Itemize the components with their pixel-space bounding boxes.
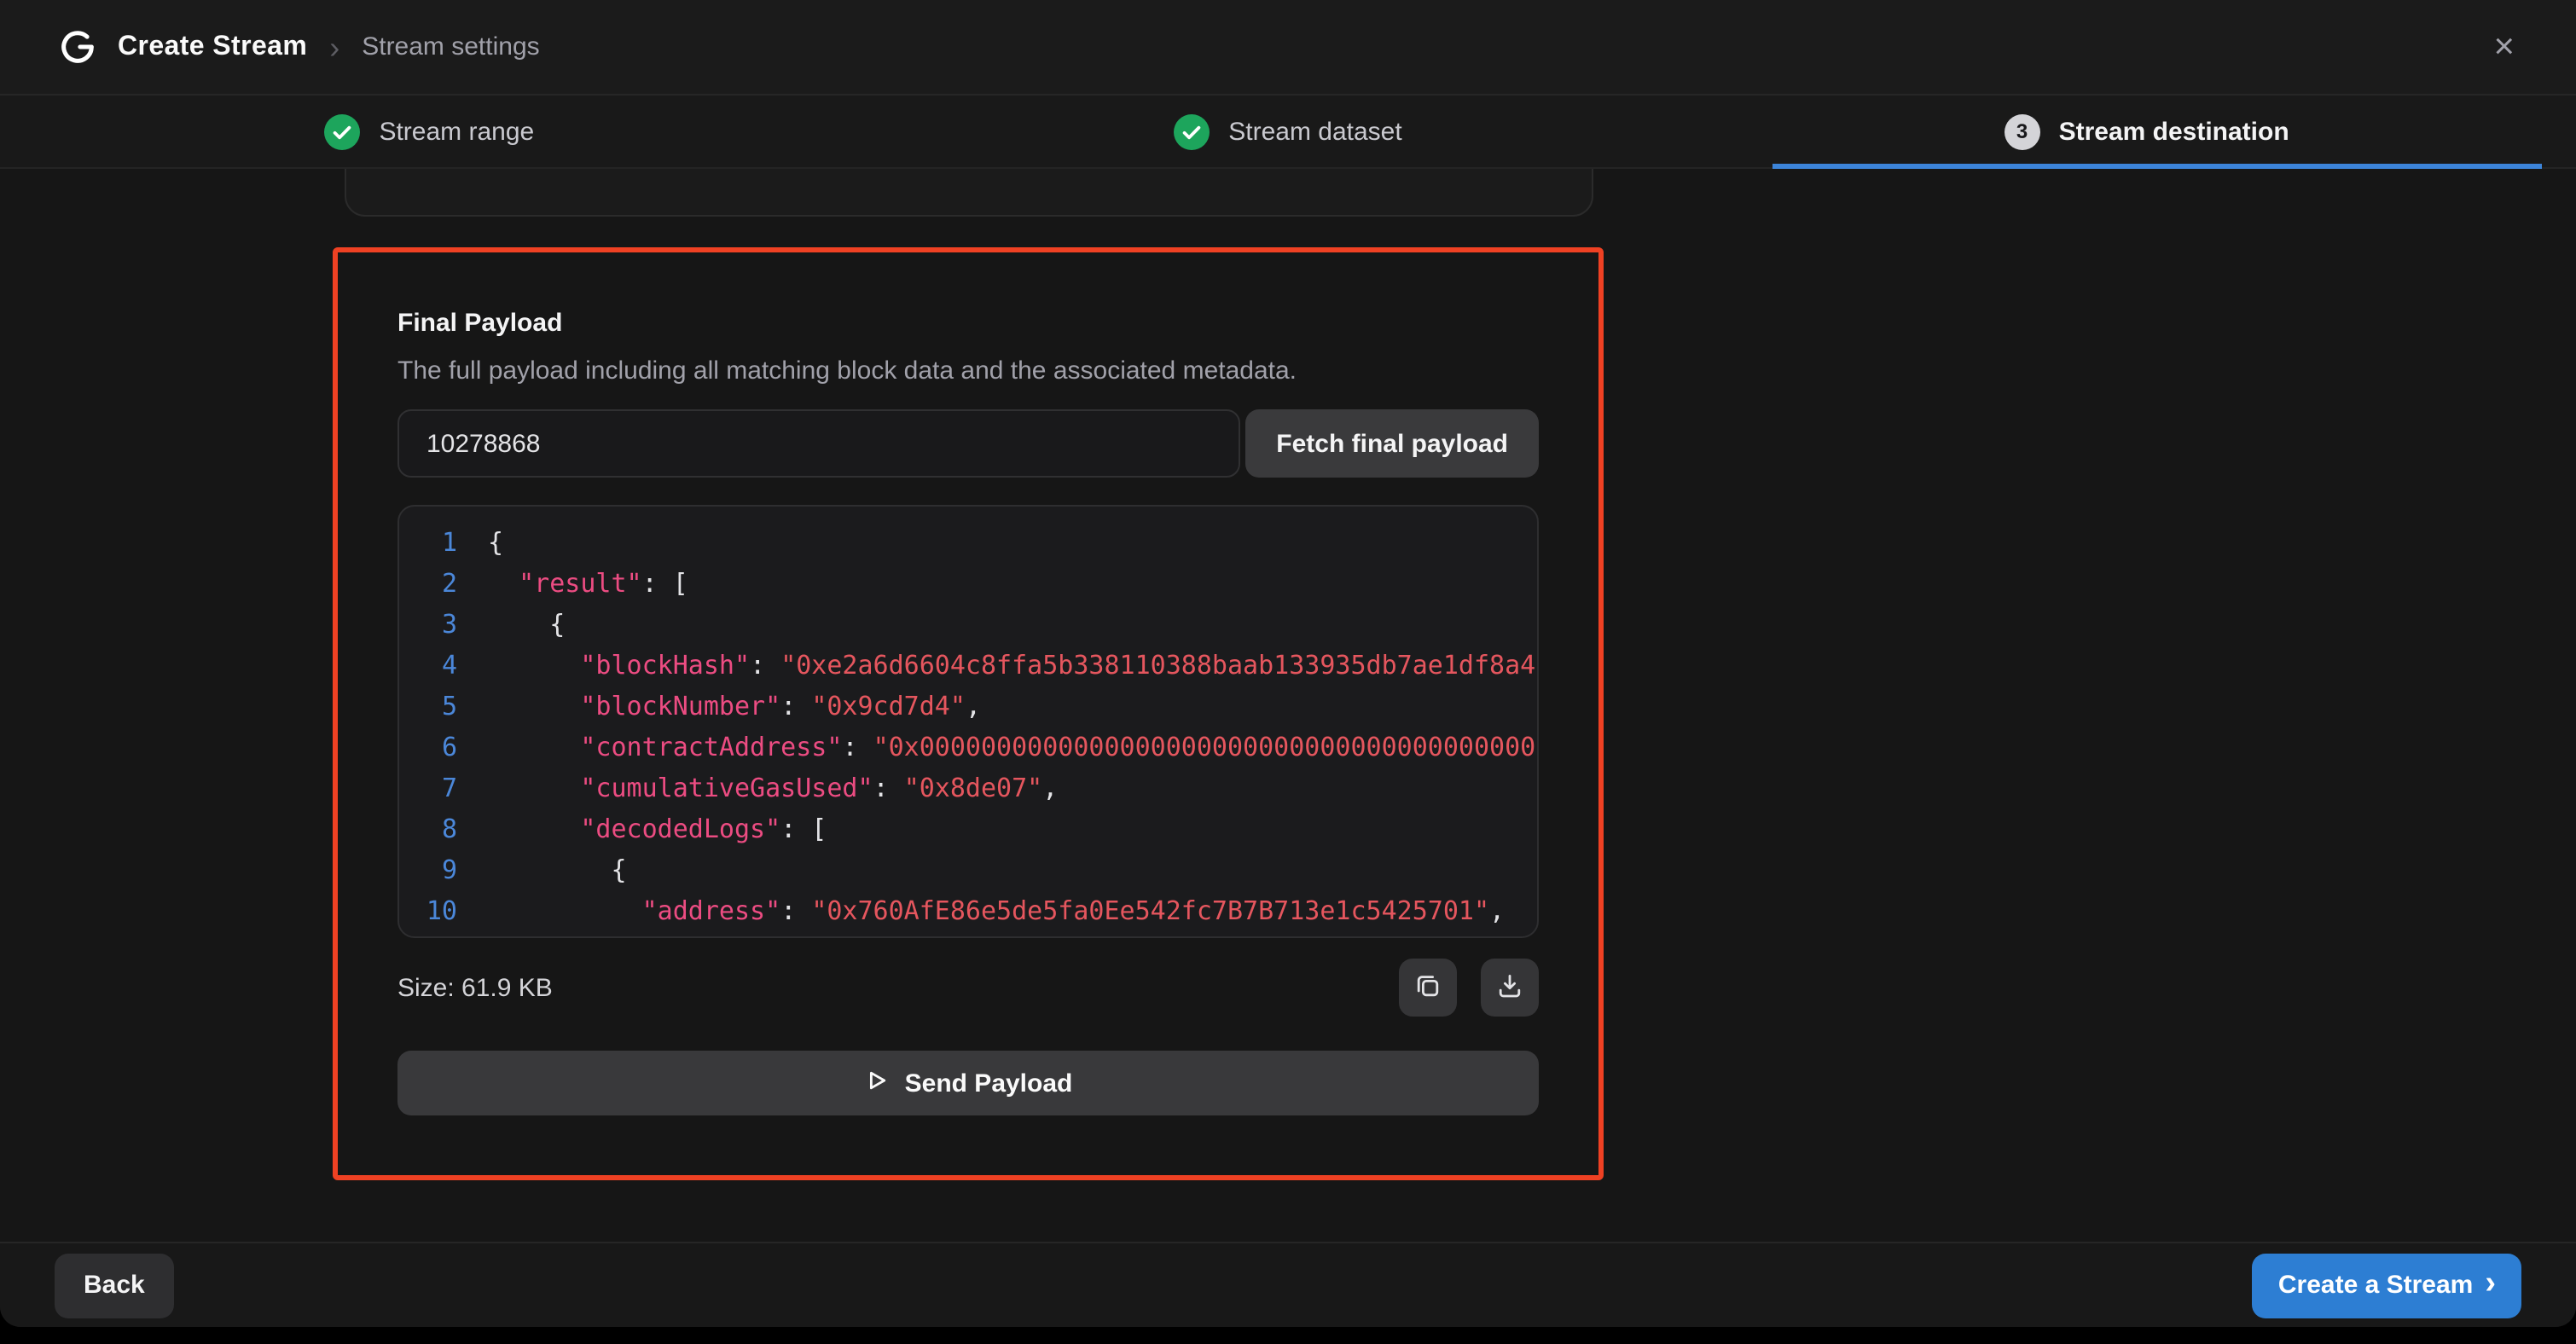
code-line: 8 "decodedLogs": [	[399, 808, 1537, 849]
code-line: 7 "cumulativeGasUsed": "0x8de07",	[399, 768, 1537, 808]
copy-icon	[1414, 971, 1442, 1004]
play-icon	[864, 1067, 890, 1099]
code-line: 2 "result": [	[399, 563, 1537, 604]
line-number: 4	[399, 645, 457, 686]
code-line-content: "result": [	[488, 563, 1537, 604]
code-editor-lines: 1{2 "result": [3 {4 "blockHash": "0xe2a6…	[399, 522, 1537, 931]
footer-bar: Back Create a Stream ›	[0, 1242, 2576, 1327]
line-number: 8	[399, 808, 457, 849]
close-icon[interactable]: ×	[2483, 26, 2525, 68]
step-stream-dataset[interactable]: Stream dataset	[859, 96, 1718, 167]
send-payload-label: Send Payload	[905, 1069, 1073, 1098]
line-number: 5	[399, 686, 457, 727]
code-line-content: "decodedLogs": [	[488, 808, 1537, 849]
code-line-content: {	[488, 522, 1537, 563]
header-bar: Create Stream › Stream settings ×	[0, 0, 2576, 96]
section-description: The full payload including all matching …	[397, 356, 1539, 385]
payload-meta-row: Size: 61.9 KB	[397, 959, 1539, 1017]
line-number: 6	[399, 727, 457, 768]
stepper: Stream range Stream dataset 3 Stream des…	[0, 96, 2576, 169]
page-title: Create Stream	[118, 32, 307, 62]
line-number: 7	[399, 768, 457, 808]
step-label: Stream dataset	[1228, 117, 1401, 146]
step-stream-range[interactable]: Stream range	[0, 96, 859, 167]
send-payload-button[interactable]: Send Payload	[397, 1051, 1539, 1115]
code-line: 4 "blockHash": "0xe2a6d6604c8ffa5b338110…	[399, 645, 1537, 686]
breadcrumb-chevron-icon: ›	[329, 32, 339, 62]
create-stream-button[interactable]: Create a Stream ›	[2253, 1253, 2521, 1318]
step-label: Stream range	[379, 117, 534, 146]
app-logo-icon	[58, 27, 97, 67]
back-button[interactable]: Back	[55, 1253, 174, 1318]
code-line: 9 {	[399, 849, 1537, 890]
code-line-content: {	[488, 604, 1537, 645]
code-line-content: "blockNumber": "0x9cd7d4",	[488, 686, 1537, 727]
code-line: 1{	[399, 522, 1537, 563]
line-number: 2	[399, 563, 457, 604]
code-line: 5 "blockNumber": "0x9cd7d4",	[399, 686, 1537, 727]
payload-code-editor[interactable]: 1{2 "result": [3 {4 "blockHash": "0xe2a6…	[397, 505, 1539, 938]
previous-section-card	[345, 169, 1593, 217]
step-label: Stream destination	[2059, 117, 2289, 146]
payload-size-label: Size: 61.9 KB	[397, 973, 553, 1002]
create-stream-label: Create a Stream	[2278, 1271, 2473, 1300]
line-number: 9	[399, 849, 457, 890]
block-number-row: Fetch final payload	[397, 409, 1539, 478]
main-content: Final Payload The full payload including…	[0, 169, 2576, 1242]
final-payload-highlight-outline: Final Payload The full payload including…	[333, 247, 1604, 1180]
block-number-input[interactable]	[397, 409, 1240, 478]
line-number: 10	[399, 890, 457, 931]
code-line-content: "cumulativeGasUsed": "0x8de07",	[488, 768, 1537, 808]
breadcrumb-current: Stream settings	[362, 32, 539, 61]
create-stream-window: Create Stream › Stream settings × Stream…	[0, 0, 2576, 1327]
payload-actions	[1399, 959, 1539, 1017]
step-number-badge: 3	[2005, 113, 2040, 149]
chevron-right-icon: ›	[2485, 1267, 2496, 1300]
line-number: 1	[399, 522, 457, 563]
code-line-content: "address": "0x760AfE86e5de5fa0Ee542fc7B7…	[488, 890, 1537, 931]
code-line-content: {	[488, 849, 1537, 890]
check-circle-icon	[1174, 113, 1210, 149]
download-icon	[1496, 971, 1523, 1004]
code-line-content: "contractAddress": "0x000000000000000000…	[488, 727, 1537, 768]
code-line-content: "blockHash": "0xe2a6d6604c8ffa5b33811038…	[488, 645, 1537, 686]
download-button[interactable]	[1481, 959, 1539, 1017]
section-title: Final Payload	[397, 309, 1539, 338]
code-line: 10 "address": "0x760AfE86e5de5fa0Ee542fc…	[399, 890, 1537, 931]
line-number: 3	[399, 604, 457, 645]
step-stream-destination[interactable]: 3 Stream destination	[1717, 96, 2576, 167]
copy-button[interactable]	[1399, 959, 1457, 1017]
code-line: 3 {	[399, 604, 1537, 645]
fetch-final-payload-button[interactable]: Fetch final payload	[1245, 409, 1539, 478]
stage: Create Stream › Stream settings × Stream…	[0, 0, 2576, 1344]
check-circle-icon	[324, 113, 360, 149]
code-line: 6 "contractAddress": "0x0000000000000000…	[399, 727, 1537, 768]
